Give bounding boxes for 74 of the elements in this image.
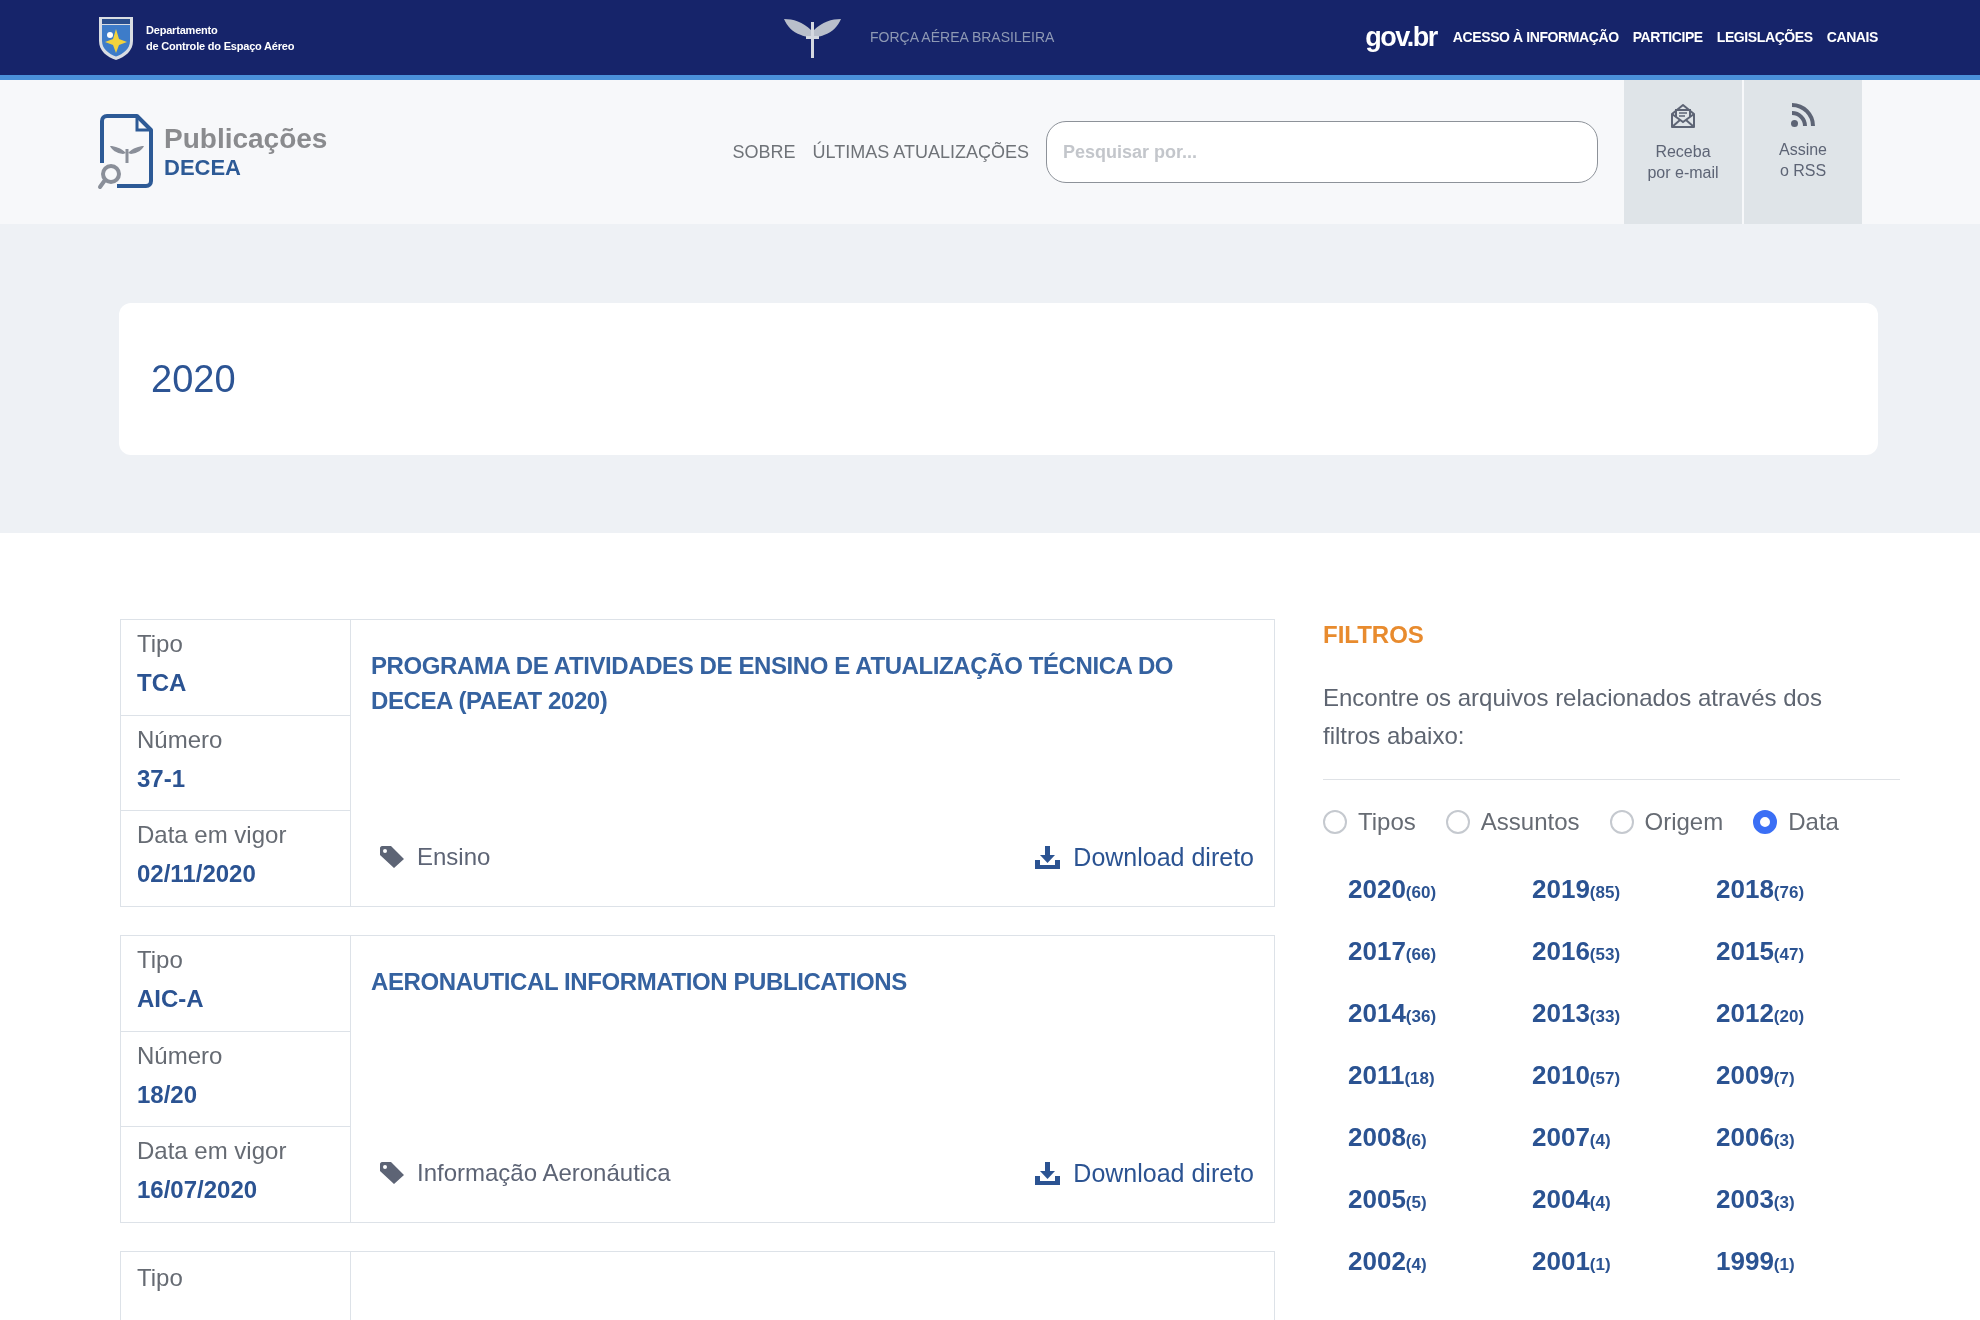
logo-subtitle: DECEA	[164, 155, 242, 181]
year-link[interactable]: 2008(6)	[1348, 1117, 1427, 1157]
logo-title: Publicações	[164, 123, 328, 155]
filter-option[interactable]: Data	[1753, 806, 1839, 838]
radio-button[interactable]	[1323, 810, 1347, 834]
year-link[interactable]: 2006(3)	[1716, 1117, 1795, 1157]
download-icon	[1034, 1160, 1062, 1186]
rss-button[interactable]: Assine o RSS	[1744, 80, 1862, 224]
year-link[interactable]: 2005(5)	[1348, 1179, 1427, 1219]
tag-icon	[379, 845, 405, 870]
nav-link[interactable]: SOBRE	[732, 138, 796, 166]
filters-description: Encontre os arquivos relacionados através dos filtros abaixo:	[1323, 683, 1823, 751]
year-link[interactable]: 2017(66)	[1348, 931, 1437, 971]
winged-emblem-icon	[783, 16, 842, 59]
year-link[interactable]: 2012(20)	[1716, 993, 1805, 1033]
tag-label: Informação Aeronáutica	[417, 1158, 671, 1189]
top-link[interactable]: CANAIS	[1826, 27, 1878, 48]
rss-icon	[1790, 102, 1816, 128]
year-link[interactable]: 2011(18)	[1348, 1055, 1435, 1095]
field-label: Data em vigor	[137, 820, 288, 851]
filters-heading: FILTROS	[1323, 620, 1425, 650]
field-value: 02/11/2020	[137, 859, 257, 890]
year-link[interactable]: 2013(33)	[1532, 993, 1621, 1033]
department-name: Departamento de Controle do Espaço Aéreo	[146, 22, 295, 54]
field-value: TCA	[137, 668, 188, 698]
radio-button[interactable]	[1445, 810, 1470, 834]
top-link[interactable]: PARTICIPE	[1632, 27, 1703, 48]
year-link[interactable]: 2007(4)	[1532, 1117, 1611, 1157]
filter-option[interactable]: Tipos	[1323, 806, 1416, 838]
envelope-icon	[1669, 102, 1697, 130]
year-link[interactable]: 2020(60)	[1348, 869, 1437, 909]
field-label: Data em vigor	[137, 1136, 288, 1167]
page-title: 2020	[151, 356, 236, 402]
radio-button[interactable]	[1609, 810, 1634, 834]
year-link[interactable]: 2014(36)	[1348, 993, 1437, 1033]
year-link[interactable]: 2016(53)	[1532, 931, 1621, 971]
field-value: 18/20	[137, 1079, 199, 1110]
year-link[interactable]: 2004(4)	[1532, 1179, 1611, 1219]
field-label: Tipo	[137, 945, 184, 975]
document-search-icon	[97, 113, 155, 191]
search-field[interactable]: Pesquisar por...	[1046, 121, 1598, 183]
publication-title[interactable]: PROGRAMA DE ATIVIDADES DE ENSINO E ATUALIZAÇÃO TÉCNICA DO DECEA (PAEAT 2020)	[371, 648, 1254, 718]
filter-option[interactable]: Assuntos	[1445, 806, 1580, 838]
download-link[interactable]: Download direto	[1034, 1154, 1254, 1192]
field-value: 37-1	[137, 763, 187, 794]
nav-link[interactable]: ÚLTIMAS ATUALIZAÇÕES	[812, 138, 1029, 166]
year-link[interactable]: 2015(47)	[1716, 931, 1805, 971]
year-link[interactable]: 1999(1)	[1716, 1241, 1795, 1281]
publication-title[interactable]: AERONAUTICAL INFORMATION PUBLICATIONS	[371, 964, 1254, 999]
force-name: FORÇA AÉREA BRASILEIRA	[870, 28, 1055, 47]
year-link[interactable]: 2003(3)	[1716, 1179, 1795, 1219]
year-link[interactable]: 2018(76)	[1716, 869, 1805, 909]
shield-emblem-icon	[97, 14, 135, 61]
field-label: Tipo	[137, 1263, 184, 1293]
field-label: Número	[137, 1040, 224, 1071]
field-label: Tipo	[137, 629, 184, 659]
field-label: Número	[137, 724, 224, 755]
top-link[interactable]: LEGISLAÇÕES	[1716, 27, 1813, 48]
year-link[interactable]: 2010(57)	[1532, 1055, 1621, 1095]
radio-button[interactable]	[1753, 810, 1778, 834]
field-value: AIC-A	[137, 984, 205, 1014]
field-value: 16/07/2020	[137, 1175, 259, 1206]
top-link[interactable]: ACESSO À INFORMAÇÃO	[1452, 27, 1619, 48]
download-link[interactable]: Download direto	[1034, 838, 1254, 876]
year-link[interactable]: 2001(1)	[1532, 1241, 1611, 1281]
gov-logo[interactable]: gov.br	[1365, 17, 1437, 58]
year-link[interactable]: 2019(85)	[1532, 869, 1621, 909]
tag-label: Ensino	[417, 842, 491, 873]
email-button[interactable]: Receba por e-mail	[1624, 80, 1742, 224]
year-link[interactable]: 2009(7)	[1716, 1055, 1795, 1095]
filter-option[interactable]: Origem	[1609, 806, 1724, 838]
tag-icon	[379, 1161, 405, 1186]
download-icon	[1034, 844, 1062, 870]
year-link[interactable]: 2002(4)	[1348, 1241, 1427, 1281]
